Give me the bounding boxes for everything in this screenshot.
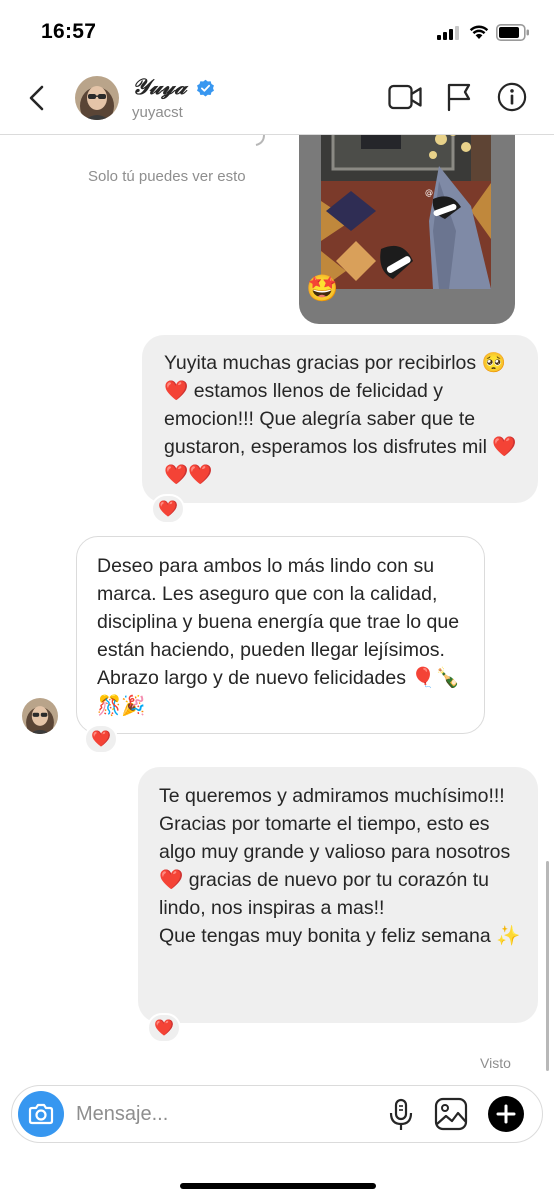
story-reply-icon bbox=[255, 135, 266, 146]
contact-name[interactable]: 𝒴𝓊𝓎𝒶 bbox=[132, 74, 187, 100]
status-bar: 16:57 bbox=[0, 0, 554, 66]
avatar[interactable] bbox=[75, 76, 119, 120]
sender-avatar[interactable] bbox=[22, 698, 58, 734]
wifi-icon bbox=[469, 25, 489, 39]
microphone-icon[interactable] bbox=[388, 1098, 414, 1132]
contact-handle: yuyacst bbox=[132, 104, 183, 121]
message-thread[interactable]: Solo tú puedes ver esto @ 🤩 Yuyita mucha… bbox=[0, 135, 554, 1080]
cellular-signal-icon bbox=[437, 26, 461, 40]
story-image: @ bbox=[321, 135, 491, 289]
svg-text:@: @ bbox=[425, 188, 433, 197]
incoming-message[interactable]: Deseo para ambos lo más lindo con su mar… bbox=[76, 536, 485, 734]
home-indicator[interactable] bbox=[180, 1183, 376, 1189]
story-reaction-emoji: 🤩 bbox=[306, 273, 339, 303]
video-call-icon[interactable] bbox=[388, 82, 422, 112]
message-composer bbox=[11, 1085, 543, 1143]
scroll-indicator bbox=[546, 861, 549, 1071]
heart-reaction[interactable]: ❤️ bbox=[151, 494, 185, 524]
plus-icon bbox=[496, 1104, 516, 1124]
seen-status: Visto bbox=[480, 1055, 511, 1071]
back-arrow-icon[interactable] bbox=[26, 84, 48, 112]
gallery-icon[interactable] bbox=[434, 1097, 468, 1131]
story-visibility-notice: Solo tú puedes ver esto bbox=[88, 168, 246, 185]
camera-icon bbox=[28, 1103, 54, 1125]
heart-reaction[interactable]: ❤️ bbox=[147, 1013, 181, 1043]
heart-reaction[interactable]: ❤️ bbox=[84, 724, 118, 754]
battery-icon bbox=[496, 24, 529, 41]
conversation-header: 𝒴𝓊𝓎𝒶 yuyacst bbox=[0, 66, 554, 135]
info-icon[interactable] bbox=[496, 82, 528, 112]
outgoing-message[interactable]: Te queremos y admiramos muchísimo!!! Gra… bbox=[138, 767, 538, 1023]
verified-badge-icon bbox=[197, 79, 214, 97]
flag-icon[interactable] bbox=[446, 82, 472, 112]
message-input[interactable] bbox=[76, 1100, 366, 1128]
outgoing-message[interactable]: Yuyita muchas gracias por recibirlos 🥺❤️… bbox=[142, 335, 538, 503]
plus-button[interactable] bbox=[488, 1096, 524, 1132]
status-time: 16:57 bbox=[41, 20, 97, 43]
camera-button[interactable] bbox=[18, 1091, 64, 1137]
